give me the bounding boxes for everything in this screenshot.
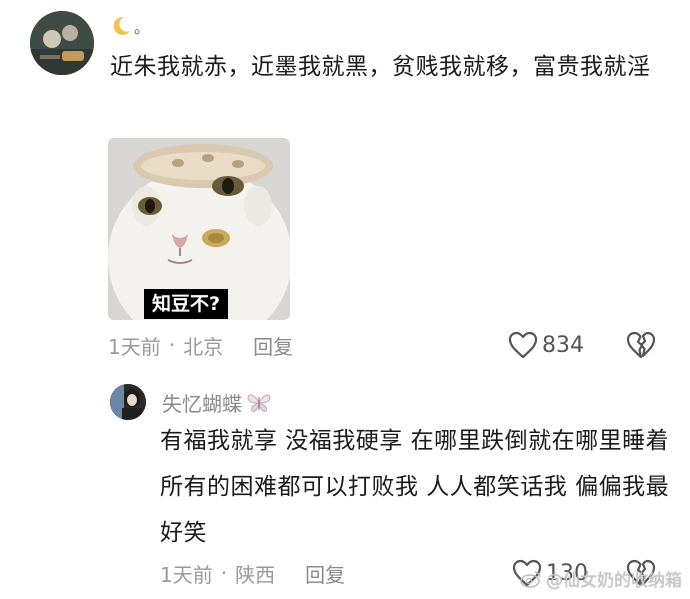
- username-suffix: 。: [134, 18, 151, 37]
- reply-button[interactable]: 回复: [253, 331, 293, 360]
- dislike-button[interactable]: [626, 331, 656, 359]
- watermark-text: @仙女奶的收纳箱: [546, 571, 682, 591]
- commenter-username[interactable]: 。: [110, 12, 150, 40]
- comment-time: 1天前: [108, 334, 161, 359]
- reply-location: 陕西: [235, 562, 276, 587]
- comment-location: 北京: [183, 334, 224, 359]
- reply-meta: 1天前 · 陕西 回复: [160, 558, 345, 588]
- reply-time: 1天前: [160, 562, 213, 587]
- weibo-logo-icon: [520, 570, 541, 588]
- meta-separator: ·: [220, 561, 228, 585]
- avatar-image: [110, 384, 146, 420]
- like-count: 834: [542, 332, 584, 358]
- reply-username-text: 失忆蝴蝶: [162, 392, 242, 416]
- watermark: @仙女奶的收纳箱: [520, 566, 682, 591]
- comment-text: 近朱我就赤，近墨我就黑，贫贱我就移，富贵我就淫: [110, 54, 651, 80]
- reply-avatar[interactable]: [110, 384, 146, 420]
- reply-username[interactable]: 失忆蝴蝶: [162, 388, 272, 417]
- reply-button[interactable]: 回复: [305, 559, 345, 588]
- sticker-caption: 知豆不?: [144, 289, 229, 319]
- meta-separator: ·: [168, 333, 176, 357]
- commenter-avatar[interactable]: [30, 11, 94, 75]
- comment-meta: 1天前 · 北京 回复: [108, 330, 293, 360]
- heart-outline-icon: [508, 331, 538, 359]
- butterfly-icon: [247, 394, 271, 412]
- avatar-image: [30, 11, 94, 75]
- reply-text: 有福我就享 没福我硬享 在哪里跌倒就在哪里睡着 所有的困难都可以打败我 人人都笑…: [160, 428, 670, 546]
- like-button[interactable]: 834: [508, 330, 584, 360]
- broken-heart-icon: [626, 331, 656, 359]
- crescent-moon-icon: [113, 16, 130, 35]
